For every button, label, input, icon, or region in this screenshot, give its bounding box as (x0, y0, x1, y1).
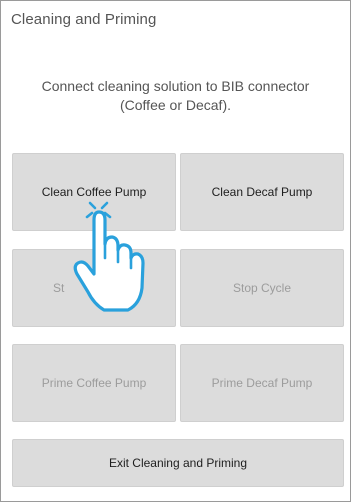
start-cycle-button[interactable]: St (12, 249, 176, 327)
clean-decaf-pump-button[interactable]: Clean Decaf Pump (180, 153, 344, 231)
prime-decaf-pump-button[interactable]: Prime Decaf Pump (180, 344, 344, 422)
instruction-text: Connect cleaning solution to BIB connect… (1, 77, 350, 115)
instruction-line-1: Connect cleaning solution to BIB connect… (41, 78, 310, 94)
exit-cleaning-and-priming-button[interactable]: Exit Cleaning and Priming (12, 439, 344, 487)
prime-coffee-pump-button[interactable]: Prime Coffee Pump (12, 344, 176, 422)
stop-cycle-button[interactable]: Stop Cycle (180, 249, 344, 327)
instruction-line-2: (Coffee or Decaf). (119, 97, 231, 113)
clean-coffee-pump-button[interactable]: Clean Coffee Pump (12, 153, 176, 231)
app-window: Cleaning and Priming Connect cleaning so… (0, 0, 351, 502)
page-title: Cleaning and Priming (11, 11, 157, 28)
